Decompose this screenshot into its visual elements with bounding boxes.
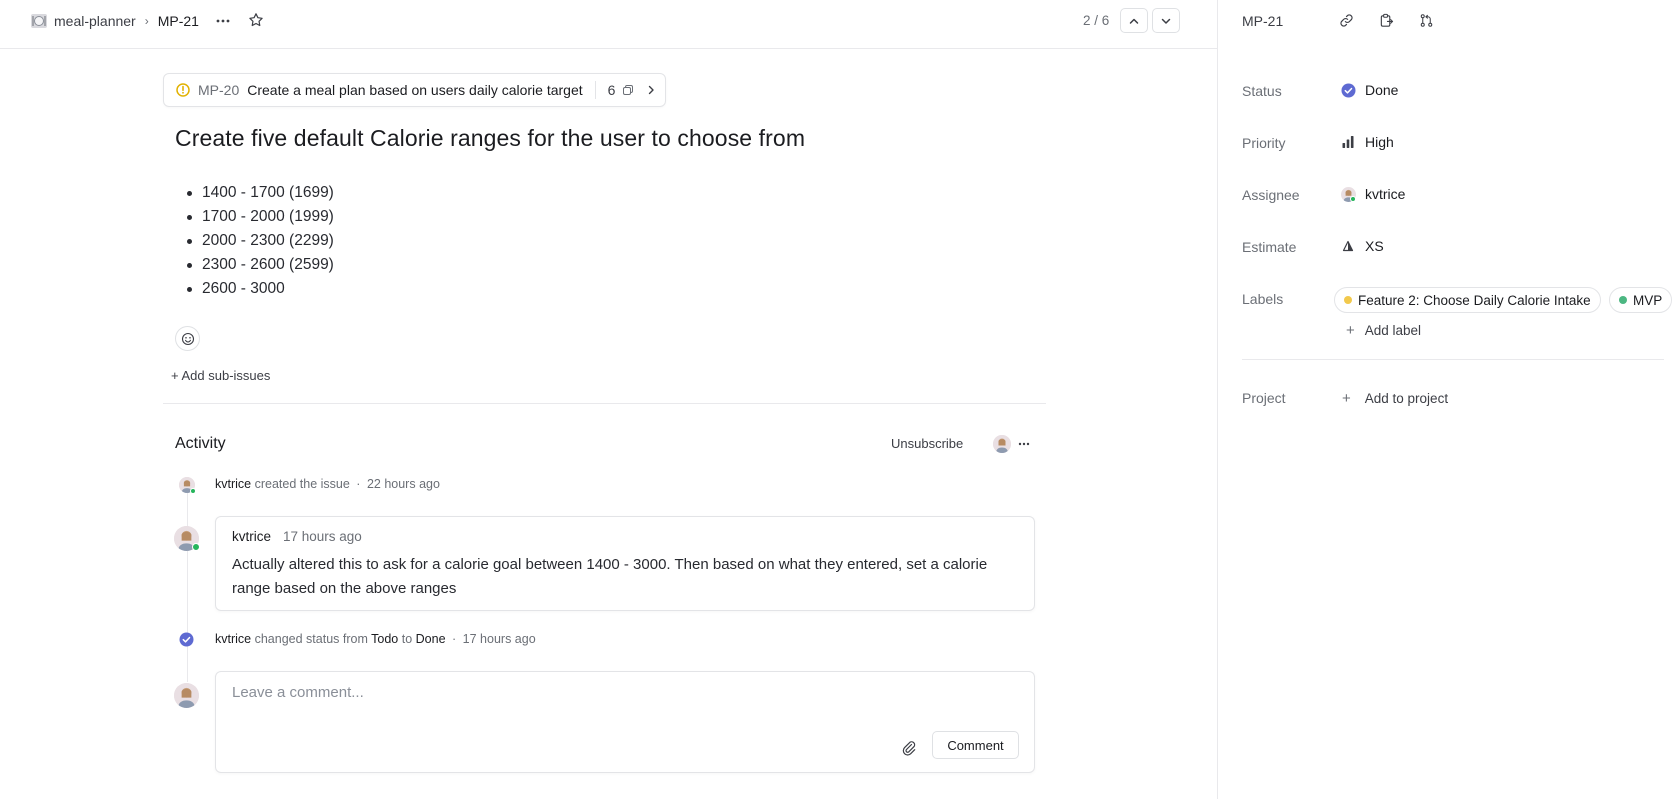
copy-icon [622, 84, 634, 96]
status-value[interactable]: Done [1340, 82, 1398, 98]
activity-created: kvtrice created the issue · 22 hours ago [215, 477, 440, 491]
labels-label: Labels [1242, 291, 1284, 307]
status-to: Done [415, 632, 446, 646]
parent-issue-card[interactable]: MP-20 Create a meal plan based on users … [163, 73, 666, 107]
add-sub-issues-button[interactable]: + Add sub-issues [171, 368, 270, 383]
online-indicator [1350, 196, 1356, 202]
breadcrumb-issue[interactable]: MP-21 [158, 13, 199, 29]
issue-sidebar: MP-21 Status Done Priority High Assignee… [1217, 0, 1678, 799]
done-status-icon [179, 632, 194, 647]
activity-to-word: to [401, 632, 413, 646]
priority-label: Priority [1242, 135, 1286, 151]
clipboard-icon[interactable] [1374, 8, 1398, 32]
issue-description[interactable]: 1400 - 1700 (1699) 1700 - 2000 (1999) 20… [187, 181, 334, 301]
chevron-down-icon [1160, 15, 1172, 27]
comment-composer: Comment [215, 671, 1035, 773]
activity-action: changed status from [254, 632, 368, 646]
description-item: 2000 - 2300 (2299) [187, 229, 334, 253]
activity-title: Activity [175, 435, 226, 452]
add-to-project-text: Add to project [1364, 391, 1449, 406]
add-label-text: Add label [1364, 323, 1422, 338]
assignee-label: Assignee [1242, 187, 1300, 203]
more-horizontal-icon[interactable] [1012, 432, 1036, 456]
comment-card: kvtrice 17 hours ago Actually altered th… [215, 516, 1035, 611]
parent-issue-title: Create a meal plan based on users daily … [247, 82, 583, 98]
activity-dot: · [356, 477, 361, 491]
activity-time: 17 hours ago [462, 632, 536, 646]
git-branch-icon[interactable] [1414, 8, 1438, 32]
comment-input[interactable] [232, 684, 1012, 701]
top-bar: meal-planner › MP-21 2 / 6 [0, 0, 1217, 49]
parent-issue-id: MP-20 [198, 82, 240, 98]
assignee-text: kvtrice [1365, 186, 1406, 202]
activity-time: 22 hours ago [366, 477, 440, 491]
done-status-icon [1340, 82, 1356, 98]
priority-high-icon [1340, 134, 1356, 150]
add-reaction-button[interactable] [175, 326, 200, 351]
status-from: Todo [371, 632, 399, 646]
status-label: Status [1242, 83, 1282, 99]
link-icon[interactable] [1334, 8, 1358, 32]
description-item: 1400 - 1700 (1699) [187, 181, 334, 205]
priority-text: High [1365, 134, 1394, 150]
plus-icon: + [1342, 390, 1351, 407]
activity-dot: · [452, 632, 457, 646]
plus-icon: + [1346, 322, 1355, 339]
assignee-value[interactable]: kvtrice [1340, 186, 1405, 202]
activity-action: created the issue [254, 477, 350, 491]
comment-button[interactable]: Comment [932, 731, 1019, 759]
label-chip-mvp[interactable]: MVP [1609, 287, 1673, 313]
dish-icon [30, 12, 48, 30]
next-issue-button[interactable] [1152, 8, 1180, 33]
divider [594, 81, 596, 99]
comment-time: 17 hours ago [283, 529, 362, 544]
estimate-icon [1340, 238, 1356, 254]
sub-issue-count: 6 [607, 82, 616, 98]
chevron-right-icon[interactable] [646, 85, 656, 95]
online-indicator [192, 543, 200, 551]
timeline-line [187, 490, 188, 682]
add-to-project-button[interactable]: + Add to project [1342, 390, 1448, 407]
description-item: 2600 - 3000 [187, 277, 334, 301]
label-name: MVP [1633, 292, 1663, 308]
comment-user[interactable]: kvtrice [232, 529, 271, 544]
more-horizontal-icon[interactable] [211, 9, 235, 33]
online-indicator [190, 488, 196, 494]
subscriber-avatar[interactable] [993, 435, 1011, 453]
unsubscribe-button[interactable]: Unsubscribe [891, 436, 963, 451]
description-item: 1700 - 2000 (1999) [187, 205, 334, 229]
star-icon[interactable] [244, 8, 268, 32]
estimate-value[interactable]: XS [1340, 238, 1384, 254]
in-progress-icon [176, 83, 190, 97]
activity-user[interactable]: kvtrice [215, 632, 251, 646]
chevron-up-icon [1128, 15, 1140, 27]
label-chip-feature-2[interactable]: Feature 2: Choose Daily Calorie Intake [1334, 287, 1601, 313]
breadcrumb-separator: › [144, 14, 149, 28]
priority-value[interactable]: High [1340, 134, 1394, 150]
label-color-dot [1619, 296, 1627, 304]
paperclip-icon[interactable] [899, 738, 919, 758]
divider [163, 403, 1046, 404]
add-reaction-icon [181, 332, 195, 346]
estimate-text: XS [1365, 238, 1384, 254]
comment-body: Actually altered this to ask for a calor… [232, 556, 988, 597]
divider [1242, 359, 1664, 360]
breadcrumb-project[interactable]: meal-planner [54, 13, 136, 29]
previous-issue-button[interactable] [1120, 8, 1148, 33]
label-color-dot [1344, 296, 1352, 304]
project-label: Project [1242, 390, 1286, 406]
estimate-label: Estimate [1242, 239, 1297, 255]
description-item: 2300 - 2600 (2599) [187, 253, 334, 277]
avatar [1340, 186, 1356, 202]
activity-user[interactable]: kvtrice [215, 477, 251, 491]
status-text: Done [1365, 82, 1399, 98]
label-name: Feature 2: Choose Daily Calorie Intake [1358, 292, 1591, 308]
add-label-button[interactable]: + Add label [1346, 322, 1421, 339]
sidebar-issue-id: MP-21 [1242, 13, 1284, 29]
pager-text: 2 / 6 [1083, 13, 1110, 28]
breadcrumb: meal-planner › MP-21 [30, 11, 199, 31]
current-user-avatar [174, 683, 199, 708]
activity-status-change: kvtrice changed status from Todo to Done… [215, 632, 536, 646]
issue-title[interactable]: Create five default Calorie ranges for t… [175, 125, 805, 152]
